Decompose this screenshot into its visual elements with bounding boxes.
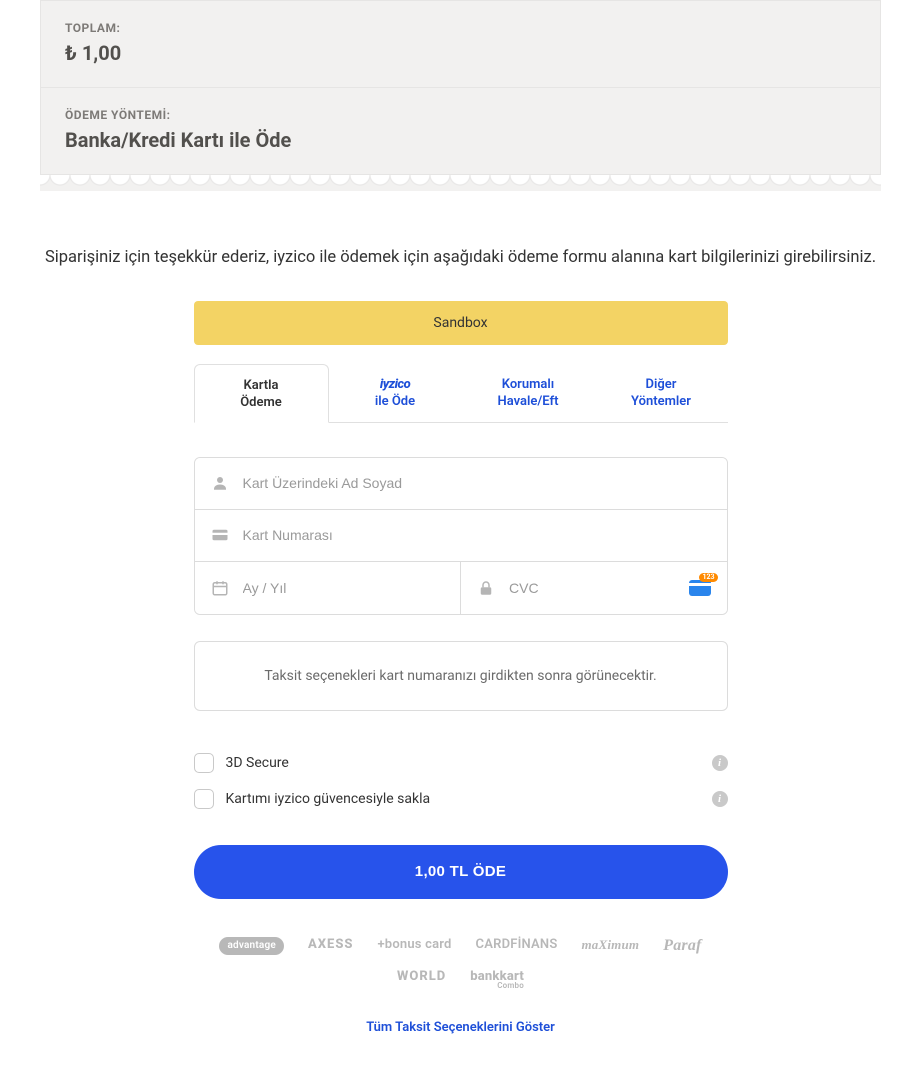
tab-iyzico-pay[interactable]: iyzico ile Öde <box>329 364 462 423</box>
cvc-field[interactable] <box>461 562 727 614</box>
expiry-input[interactable] <box>243 580 445 596</box>
method-value: Banka/Kredi Kartı ile Öde <box>65 128 856 152</box>
card-number-field[interactable] <box>195 510 727 562</box>
payment-widget: Sandbox Kartla Ödeme iyzico ile Öde Koru… <box>194 301 728 1035</box>
logo-bonus-card: +bonus card <box>377 937 451 955</box>
iyzico-logo-text: iyzico <box>380 377 410 392</box>
expiry-field[interactable] <box>195 562 462 614</box>
logo-maximum: maXimum <box>581 937 639 955</box>
summary-total-row: TOPLAM: ₺ 1,00 <box>41 1 880 88</box>
logo-bankkart-combo: bankkart Combo <box>470 969 524 990</box>
card-form <box>194 457 728 615</box>
cardholder-name-field[interactable] <box>195 458 727 510</box>
method-label: ÖDEME YÖNTEMİ: <box>65 108 856 122</box>
total-label: TOPLAM: <box>65 21 856 35</box>
sandbox-banner: Sandbox <box>194 301 728 345</box>
logo-world: WORLD <box>397 969 446 990</box>
payment-tabs: Kartla Ödeme iyzico ile Öde Korumalı Hav… <box>194 363 728 423</box>
checkbox-3d-secure[interactable] <box>194 753 214 773</box>
pay-button[interactable]: 1,00 TL ÖDE <box>194 845 728 899</box>
lock-icon <box>477 579 495 597</box>
logo-advantage: advantage <box>219 937 284 955</box>
thank-you-text: Siparişiniz için teşekkür ederiz, iyzico… <box>40 246 881 271</box>
iyzico-suffix: ile Öde <box>375 394 415 409</box>
show-all-installments-link[interactable]: Tüm Taksit Seçeneklerini Göster <box>194 1020 728 1035</box>
option-save-card-row: Kartımı iyzico güvencesiyle sakla i <box>194 781 728 817</box>
person-icon <box>211 474 229 492</box>
label-save-card: Kartımı iyzico güvencesiyle sakla <box>226 791 712 807</box>
total-value: ₺ 1,00 <box>65 41 856 65</box>
logo-cardfinans: CARDFİNANS <box>476 937 558 955</box>
tab-card-payment[interactable]: Kartla Ödeme <box>194 364 329 423</box>
installment-info-box: Taksit seçenekleri kart numaranızı girdi… <box>194 641 728 711</box>
tab-other-methods[interactable]: Diğer Yöntemler <box>595 364 728 423</box>
option-3d-secure-row: 3D Secure i <box>194 745 728 781</box>
card-number-input[interactable] <box>243 527 711 543</box>
label-3d-secure: 3D Secure <box>226 755 712 771</box>
summary-method-row: ÖDEME YÖNTEMİ: Banka/Kredi Kartı ile Öde <box>41 88 880 174</box>
info-icon[interactable]: i <box>712 755 728 771</box>
calendar-icon <box>211 579 229 597</box>
checkbox-save-card[interactable] <box>194 789 214 809</box>
cvc-card-icon <box>689 580 711 596</box>
options-section: 3D Secure i Kartımı iyzico güvencesiyle … <box>194 745 728 817</box>
receipt-torn-edge <box>40 175 881 191</box>
logo-paraf: Paraf <box>663 937 701 955</box>
cvc-input[interactable] <box>509 580 689 596</box>
card-program-logos: advantage AXESS +bonus card CARDFİNANS m… <box>194 937 728 990</box>
info-icon[interactable]: i <box>712 791 728 807</box>
credit-card-icon <box>211 526 229 544</box>
tab-havale-eft[interactable]: Korumalı Havale/Eft <box>462 364 595 423</box>
order-summary: TOPLAM: ₺ 1,00 ÖDEME YÖNTEMİ: Banka/Kred… <box>40 0 881 175</box>
cardholder-name-input[interactable] <box>243 475 711 491</box>
logo-axess: AXESS <box>308 937 354 955</box>
